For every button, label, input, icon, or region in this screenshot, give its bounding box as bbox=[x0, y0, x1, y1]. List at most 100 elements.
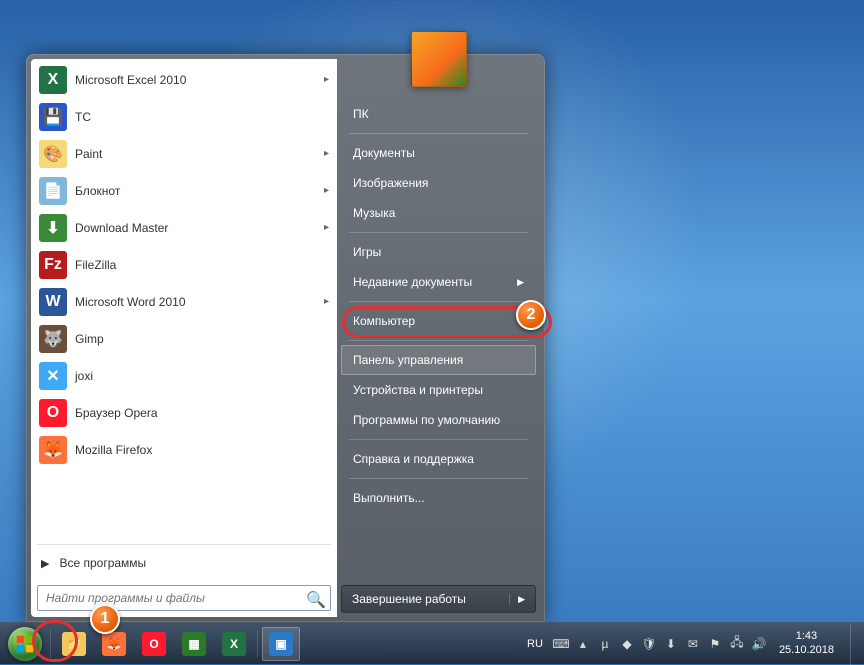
show-desktop-button[interactable] bbox=[850, 623, 860, 665]
keyboard-icon[interactable]: ⌨ bbox=[553, 636, 569, 652]
program-item[interactable]: 🦊 Mozilla Firefox bbox=[33, 431, 335, 468]
all-programs-arrow-icon: ▶ bbox=[41, 557, 49, 570]
search-icon: 🔍 bbox=[306, 590, 322, 606]
taskbar-opera[interactable]: O bbox=[135, 627, 173, 661]
program-label: Mozilla Firefox bbox=[75, 443, 329, 457]
program-label: FileZilla bbox=[75, 258, 329, 272]
program-item[interactable]: Fz FileZilla bbox=[33, 246, 335, 283]
program-item[interactable]: ✕ joxi bbox=[33, 357, 335, 394]
right-pane-item[interactable]: ПК bbox=[341, 99, 536, 129]
tray-show-hidden-icon[interactable]: ▴ bbox=[575, 636, 591, 652]
tray-flag-icon[interactable]: ⚑ bbox=[707, 636, 723, 652]
submenu-arrow-icon: ▸ bbox=[324, 222, 329, 233]
shutdown-label: Завершение работы bbox=[352, 592, 466, 606]
program-label: TC bbox=[75, 110, 329, 124]
system-tray: RU ⌨ ▴ µ ◆ 🛡 ⬇ ✉ ⚑ 🖧 🔊 1:43 25.10.2018 bbox=[523, 623, 860, 665]
program-item[interactable]: 🐺 Gimp bbox=[33, 320, 335, 357]
tray-download-icon[interactable]: ⬇ bbox=[663, 636, 679, 652]
shutdown-button[interactable]: Завершение работы ▶ bbox=[341, 585, 536, 613]
search-input[interactable] bbox=[46, 591, 306, 605]
all-programs-button[interactable]: ▶ Все программы bbox=[31, 547, 337, 579]
program-label: Gimp bbox=[75, 332, 329, 346]
right-item-label: ПК bbox=[353, 107, 369, 121]
program-label: Paint bbox=[75, 147, 324, 161]
program-icon: 🎨 bbox=[39, 140, 67, 168]
user-picture[interactable] bbox=[411, 31, 467, 87]
program-label: Блокнот bbox=[75, 184, 324, 198]
program-icon: 🐺 bbox=[39, 325, 67, 353]
program-item[interactable]: 🎨 Paint▸ bbox=[33, 135, 335, 172]
windows-orb-icon bbox=[8, 627, 42, 661]
taskbar-excel[interactable]: X bbox=[215, 627, 253, 661]
taskbar-divider bbox=[257, 630, 258, 658]
separator bbox=[349, 340, 528, 341]
program-label: joxi bbox=[75, 369, 329, 383]
right-pane-item[interactable]: Изображения bbox=[341, 168, 536, 198]
annotation-marker-2: 2 bbox=[516, 300, 546, 330]
program-icon: 📄 bbox=[39, 177, 67, 205]
all-programs-label: Все программы bbox=[59, 556, 146, 570]
clock-date: 25.10.2018 bbox=[779, 644, 834, 657]
start-menu-left-pane: XMicrosoft Excel 2010▸💾TC🎨Paint▸📄Блокнот… bbox=[31, 59, 337, 617]
right-pane-item[interactable]: Документы bbox=[341, 138, 536, 168]
annotation-marker-1: 1 bbox=[90, 604, 120, 634]
right-pane-item[interactable]: Панель управления bbox=[341, 345, 536, 375]
separator bbox=[37, 544, 331, 545]
tray-utorrent-icon[interactable]: µ bbox=[597, 636, 613, 652]
right-pane-item[interactable]: Недавние документы ▶ bbox=[341, 267, 536, 297]
right-item-label: Игры bbox=[353, 245, 381, 259]
running-apps: ▣ bbox=[262, 627, 300, 661]
program-item[interactable]: OБраузер Opera bbox=[33, 394, 335, 431]
search-box[interactable]: 🔍 bbox=[37, 585, 331, 611]
program-label: Microsoft Excel 2010 bbox=[75, 73, 324, 87]
program-icon: ⬇ bbox=[39, 214, 67, 242]
right-item-label: Справка и поддержка bbox=[353, 452, 474, 466]
taskbar-divider bbox=[50, 630, 51, 658]
taskbar-clock[interactable]: 1:43 25.10.2018 bbox=[773, 630, 840, 656]
right-pane-item[interactable]: Справка и поддержка bbox=[341, 444, 536, 474]
separator bbox=[349, 478, 528, 479]
right-item-label: Недавние документы bbox=[353, 275, 472, 289]
program-icon: 🦊 bbox=[39, 436, 67, 464]
start-menu: XMicrosoft Excel 2010▸💾TC🎨Paint▸📄Блокнот… bbox=[26, 54, 545, 622]
language-indicator[interactable]: RU bbox=[523, 638, 547, 650]
right-item-label: Выполнить... bbox=[353, 491, 425, 505]
program-item[interactable]: WMicrosoft Word 2010▸ bbox=[33, 283, 335, 320]
program-item[interactable]: 📄 Блокнот▸ bbox=[33, 172, 335, 209]
taskbar-running-app[interactable]: ▣ bbox=[262, 627, 300, 661]
start-button[interactable] bbox=[4, 623, 46, 665]
right-pane-item[interactable]: Игры bbox=[341, 237, 536, 267]
taskbar-explorer[interactable]: 📁 bbox=[55, 627, 93, 661]
right-pane-item[interactable]: Выполнить... bbox=[341, 483, 536, 513]
submenu-arrow-icon: ▸ bbox=[324, 148, 329, 159]
right-pane-item[interactable]: Устройства и принтеры bbox=[341, 375, 536, 405]
program-icon: Fz bbox=[39, 251, 67, 279]
separator bbox=[349, 133, 528, 134]
program-item[interactable]: ⬇Download Master▸ bbox=[33, 209, 335, 246]
tray-shield-icon[interactable]: 🛡 bbox=[641, 636, 657, 652]
submenu-arrow-icon: ▸ bbox=[324, 74, 329, 85]
program-icon: 💾 bbox=[39, 103, 67, 131]
tray-app2-icon[interactable]: ✉ bbox=[685, 636, 701, 652]
submenu-arrow-icon: ▸ bbox=[324, 185, 329, 196]
program-icon: X bbox=[39, 66, 67, 94]
shutdown-options-arrow-icon[interactable]: ▶ bbox=[509, 594, 525, 605]
right-item-label: Панель управления bbox=[353, 353, 463, 367]
program-item[interactable]: 💾 TC bbox=[33, 98, 335, 135]
right-pane-item[interactable]: Музыка bbox=[341, 198, 536, 228]
tray-volume-icon[interactable]: 🔊 bbox=[751, 636, 767, 652]
start-menu-right-pane: ПК ДокументыИзображенияМузыка Игры Недавние… bbox=[337, 59, 540, 617]
tray-app-icon[interactable]: ◆ bbox=[619, 636, 635, 652]
separator bbox=[349, 439, 528, 440]
recent-programs-list: XMicrosoft Excel 2010▸💾TC🎨Paint▸📄Блокнот… bbox=[31, 59, 337, 542]
submenu-arrow-icon: ▶ bbox=[517, 277, 524, 288]
taskbar-app-green[interactable]: ▦ bbox=[175, 627, 213, 661]
taskbar: 📁 🦊 O ▦ X ▣ RU ⌨ ▴ µ ◆ 🛡 ⬇ ✉ ⚑ 🖧 🔊 1:43 … bbox=[0, 622, 864, 664]
program-icon: O bbox=[39, 399, 67, 427]
tray-network-icon[interactable]: 🖧 bbox=[729, 636, 745, 652]
program-icon: ✕ bbox=[39, 362, 67, 390]
pinned-apps: 📁 🦊 O ▦ X bbox=[55, 627, 253, 661]
program-item[interactable]: X Microsoft Excel 2010▸ bbox=[33, 61, 335, 98]
right-pane-item[interactable]: Компьютер bbox=[341, 306, 536, 336]
right-pane-item[interactable]: Программы по умолчанию bbox=[341, 405, 536, 435]
